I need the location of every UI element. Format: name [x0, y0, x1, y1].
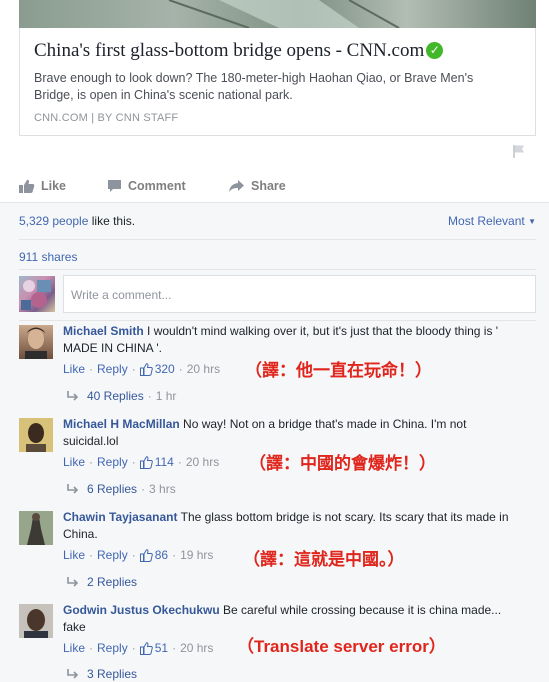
comment-meta: Like · Reply · 51 · 20 hrs [63, 641, 214, 655]
reply-arrow-icon [67, 669, 79, 679]
reply-arrow-icon [67, 577, 79, 587]
likes-summary: 5,329 people like this. [19, 214, 135, 228]
view-replies-link[interactable]: 40 Replies · 1 hr [63, 389, 176, 403]
view-replies-link[interactable]: 6 Replies · 3 hrs [63, 482, 176, 496]
link-preview-card[interactable]: China's first glass-bottom bridge opens … [19, 28, 536, 136]
replies-count: 3 Replies [87, 667, 138, 681]
replies-count: 40 Replies [87, 389, 144, 403]
like-thumb-icon [139, 455, 153, 469]
commenter-name[interactable]: Chawin Tayjasanant [63, 510, 177, 524]
comment-body: Godwin Justus Okechukwu Be careful while… [63, 602, 513, 636]
divider [19, 269, 536, 270]
action-bar: Like Comment Share [0, 175, 549, 197]
commenter-avatar[interactable] [19, 418, 53, 452]
translation-annotation: （譯：中國的會爆炸！） [249, 454, 436, 473]
shares-count-link[interactable]: 911 shares [19, 250, 77, 264]
comment-body: Michael H MacMillan No way! Not on a bri… [63, 416, 513, 450]
comment-time[interactable]: 20 hrs [186, 455, 219, 469]
replies-count: 6 Replies [87, 482, 138, 496]
sort-label: Most Relevant [448, 214, 525, 228]
translation-annotation: （譯：這就是中國。） [243, 550, 405, 569]
comment-item: Michael H MacMillan No way! Not on a bri… [19, 416, 539, 506]
current-user-avatar[interactable] [19, 276, 55, 312]
comment-reply-link[interactable]: Reply [97, 641, 128, 655]
comment-reply-link[interactable]: Reply [97, 362, 128, 376]
share-arrow-icon [229, 180, 244, 192]
commenter-avatar[interactable] [19, 325, 53, 359]
divider [19, 320, 536, 321]
replies-count: 2 Replies [87, 575, 138, 589]
likes-number: 51 [154, 641, 169, 655]
comment-body: Michael Smith I wouldn't mind walking ov… [63, 323, 513, 357]
share-button[interactable]: Share [228, 175, 286, 197]
comment-reply-link[interactable]: Reply [97, 455, 128, 469]
comment-meta: Like · Reply · 320 · 20 hrs [63, 362, 221, 376]
facebook-post: China's first glass-bottom bridge opens … [0, 0, 549, 682]
link-title-text[interactable]: China's first glass-bottom bridge opens … [34, 40, 424, 61]
reply-arrow-icon [67, 391, 79, 401]
like-label: Like [41, 179, 67, 193]
likes-count-link[interactable]: 5,329 people [19, 214, 88, 228]
comment-bubble-icon [108, 180, 121, 192]
likes-number: 114 [154, 455, 174, 469]
commenter-name[interactable]: Godwin Justus Okechukwu [63, 603, 220, 617]
like-thumb-icon [139, 362, 153, 376]
comment-like-link[interactable]: Like [63, 641, 85, 655]
replies-time: 3 hrs [149, 482, 176, 496]
comment-reply-link[interactable]: Reply [97, 548, 128, 562]
comment-likes-count[interactable]: 86 [139, 548, 169, 562]
translation-annotation: （Translate server error） [237, 637, 446, 656]
commenter-name[interactable]: Michael H MacMillan [63, 417, 180, 431]
comment-likes-count[interactable]: 320 [139, 362, 175, 376]
flag-icon[interactable] [511, 143, 527, 159]
comment-like-link[interactable]: Like [63, 548, 85, 562]
commenter-name[interactable]: Michael Smith [63, 324, 144, 338]
comment-time[interactable]: 19 hrs [180, 548, 213, 562]
like-button[interactable]: Like [19, 175, 66, 197]
comment-time[interactable]: 20 hrs [187, 362, 220, 376]
sort-dropdown[interactable]: Most Relevant ▼ [448, 214, 536, 228]
comment-label: Comment [128, 179, 186, 193]
comment-likes-count[interactable]: 114 [139, 455, 174, 469]
link-preview-image[interactable] [19, 0, 536, 28]
commenter-avatar[interactable] [19, 604, 53, 638]
reply-arrow-icon [67, 484, 79, 494]
translation-annotation: （譯：他一直在玩命！） [245, 361, 432, 380]
link-description: Brave enough to look down? The 180-meter… [34, 71, 474, 102]
like-thumb-icon [139, 641, 153, 655]
comment-meta: Like · Reply · 114 · 20 hrs [63, 455, 220, 469]
divider [19, 239, 536, 240]
comment-likes-count[interactable]: 51 [139, 641, 169, 655]
like-thumb-icon [139, 548, 153, 562]
comments-section: 5,329 people like this. Most Relevant ▼ … [0, 202, 549, 682]
likes-number: 86 [154, 548, 169, 562]
view-replies-link[interactable]: 3 Replies [63, 667, 137, 681]
share-label: Share [251, 179, 286, 193]
link-title[interactable]: China's first glass-bottom bridge opens … [34, 40, 444, 62]
replies-time: 1 hr [155, 389, 177, 403]
comment-item: Michael Smith I wouldn't mind walking ov… [19, 323, 539, 413]
comment-input[interactable]: Write a comment... [63, 275, 536, 313]
comment-like-link[interactable]: Like [63, 362, 85, 376]
comment-button[interactable]: Comment [107, 175, 186, 197]
commenter-avatar[interactable] [19, 511, 53, 545]
comment-meta: Like · Reply · 86 · 19 hrs [63, 548, 214, 562]
verified-check-icon: ✓ [426, 42, 444, 59]
likes-suffix: like this. [88, 214, 136, 228]
link-source: CNN.COM | BY CNN STAFF [34, 112, 179, 124]
caret-down-icon: ▼ [528, 217, 536, 226]
view-replies-link[interactable]: 2 Replies [63, 575, 137, 589]
comment-time[interactable]: 20 hrs [180, 641, 213, 655]
comment-item: Godwin Justus Okechukwu Be careful while… [19, 602, 539, 682]
comment-like-link[interactable]: Like [63, 455, 85, 469]
comment-item: Chawin Tayjasanant The glass bottom brid… [19, 509, 539, 599]
comment-body: Chawin Tayjasanant The glass bottom brid… [63, 509, 513, 543]
likes-number: 320 [154, 362, 175, 376]
like-thumb-icon [19, 179, 35, 193]
